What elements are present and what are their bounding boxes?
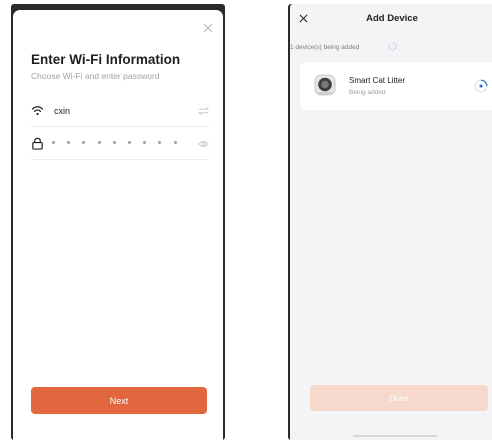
page-title: Enter Wi-Fi Information <box>31 52 181 67</box>
cat-litter-box-image <box>314 74 336 96</box>
switch-network-icon[interactable] <box>198 106 209 116</box>
add-device-sheet: Add Device 1 device(s) being added Smart… <box>290 4 492 440</box>
wifi-sheet: Enter Wi-Fi Information Choose Wi-Fi and… <box>13 10 223 440</box>
password-dot <box>143 141 147 144</box>
ssid-value: cxin <box>54 106 71 116</box>
wifi-ssid-row[interactable]: cxin <box>31 98 209 127</box>
password-dot <box>82 141 86 144</box>
password-dot <box>127 141 131 144</box>
home-indicator <box>353 435 437 437</box>
device-card[interactable]: Smart Cat Litter Being added <box>300 62 492 110</box>
next-button[interactable]: Next <box>31 387 207 414</box>
wifi-screen-frame: Enter Wi-Fi Information Choose Wi-Fi and… <box>11 4 225 440</box>
page-title: Add Device <box>366 13 418 24</box>
wifi-icon <box>31 106 44 116</box>
eye-icon[interactable] <box>198 139 209 149</box>
password-dot <box>112 141 116 144</box>
add-device-screen-frame: Add Device 1 device(s) being added Smart… <box>288 4 492 440</box>
lock-icon <box>32 137 43 150</box>
password-dot <box>158 141 162 144</box>
password-dot <box>67 141 71 144</box>
page-subtitle: Choose Wi-Fi and enter password <box>31 71 160 81</box>
password-dot <box>173 141 177 144</box>
password-dot <box>97 141 101 144</box>
done-button[interactable]: Done <box>310 385 488 411</box>
password-dot <box>52 141 55 144</box>
close-icon[interactable] <box>203 23 213 33</box>
progress-icon <box>474 79 488 93</box>
adding-status-text: 1 device(s) being added <box>290 44 360 51</box>
password-field[interactable] <box>52 141 177 144</box>
device-status: Being added <box>349 89 386 96</box>
password-row[interactable] <box>31 131 209 160</box>
spinner-icon <box>388 42 397 51</box>
device-name: Smart Cat Litter <box>349 76 406 85</box>
